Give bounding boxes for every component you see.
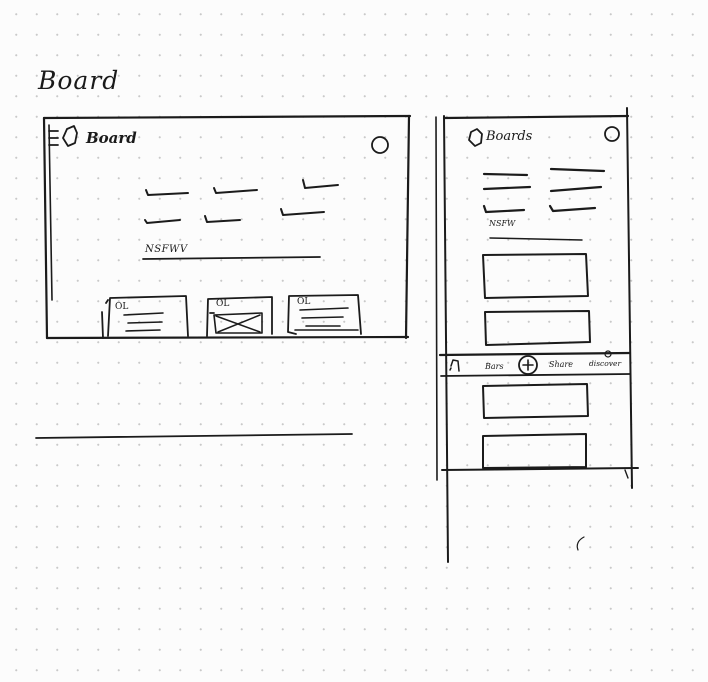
avatar[interactable] [371,136,389,154]
board-item[interactable] [144,219,181,224]
bottom-nav-share[interactable]: Share [549,360,573,369]
board-list [144,179,339,224]
app-title: Boards [486,129,533,144]
card-badge: OL [297,297,311,307]
board-item[interactable] [549,167,606,173]
board-card[interactable] [484,310,591,346]
bottom-nav-discover[interactable]: discover [589,359,621,368]
nav-underline [489,237,583,241]
board-item[interactable] [302,179,339,189]
board-item[interactable] [482,172,529,177]
bottom-nav-boards[interactable]: Bars [485,362,504,371]
board-card[interactable] [482,433,587,469]
board-item[interactable] [204,215,241,223]
board-list [482,167,606,214]
stray-mark [576,536,585,551]
board-item[interactable] [213,187,258,194]
mobile-frame [435,107,639,563]
board-item[interactable] [280,208,325,216]
logo-icon [62,125,78,147]
nav-underline [142,256,321,260]
card-badge: OL [115,302,129,312]
board-item[interactable] [482,185,532,191]
board-card[interactable] [482,383,589,419]
board-item[interactable] [548,204,597,213]
plus-icon [522,359,534,371]
board-item[interactable] [145,189,189,196]
card-badge: OL [216,299,230,309]
avatar[interactable] [604,126,620,142]
sketch-canvas [35,107,639,563]
logo-icon [468,128,483,147]
menu-icon[interactable] [48,130,59,146]
board-card[interactable] [482,253,589,299]
app-title: Board [86,129,137,147]
board-item[interactable] [482,204,526,214]
divider [35,433,353,439]
nav-item-nsfw[interactable]: NSFW [489,219,515,228]
nav-item-nsfw[interactable]: NSFWV [145,244,188,255]
board-item[interactable] [549,185,603,193]
